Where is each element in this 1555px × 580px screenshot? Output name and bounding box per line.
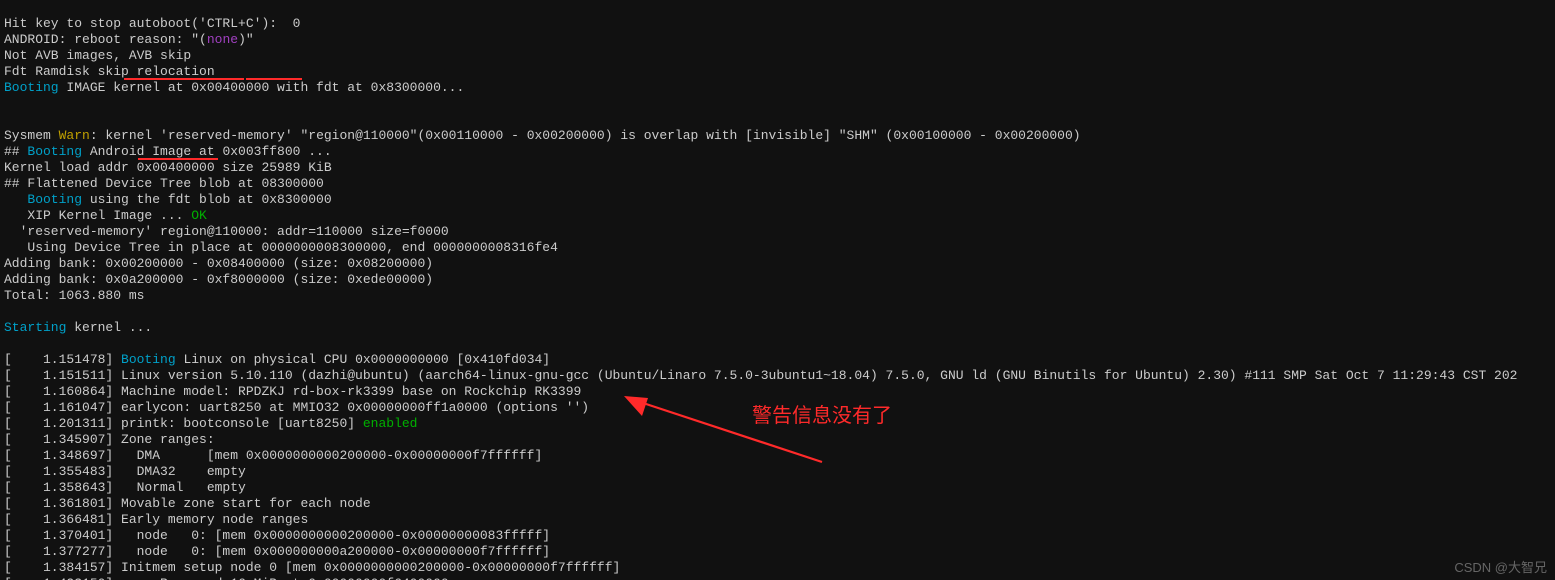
annotation-arrow-icon	[622, 392, 832, 472]
annotation-text: 警告信息没有了	[752, 408, 892, 424]
underline-annotation-3	[138, 158, 218, 160]
warn-keyword: Warn	[59, 128, 90, 143]
booting-keyword: Booting	[27, 144, 82, 159]
underline-annotation-1	[124, 78, 244, 80]
starting-keyword: Starting	[4, 320, 66, 335]
blank-line	[4, 336, 12, 351]
log-line: [ 1.361801] Movable zone start for each …	[4, 496, 371, 511]
log-line: Adding bank: 0x0a200000 - 0xf8000000 (si…	[4, 272, 433, 287]
log-line: [ 1.161047] earlycon: uart8250 at MMIO32…	[4, 400, 589, 415]
log-line: [ 1.355483] DMA32 empty	[4, 464, 246, 479]
blank-line	[4, 96, 12, 111]
log-line: Using Device Tree in place at 0000000008…	[4, 240, 558, 255]
log-line: Sysmem Warn: kernel 'reserved-memory' "r…	[4, 128, 1081, 143]
log-line: Hit key to stop autoboot('CTRL+C'): 0	[4, 16, 300, 31]
log-line: [ 1.345907] Zone ranges:	[4, 432, 215, 447]
log-line: Booting IMAGE kernel at 0x00400000 with …	[4, 80, 464, 95]
log-line: Kernel load addr 0x00400000 size 25989 K…	[4, 160, 332, 175]
log-line: [ 1.151511] Linux version 5.10.110 (dazh…	[4, 368, 1517, 383]
log-line: [ 1.358643] Normal empty	[4, 480, 246, 495]
log-line: 'reserved-memory' region@110000: addr=11…	[4, 224, 449, 239]
log-line: Fdt Ramdisk skip relocation	[4, 64, 215, 79]
blank-line	[4, 112, 12, 127]
enabled-keyword: enabled	[363, 416, 418, 431]
log-line: [ 1.160864] Machine model: RPDZKJ rd-box…	[4, 384, 581, 399]
log-line: [ 1.370401] node 0: [mem 0x0000000000200…	[4, 528, 550, 543]
log-line: [ 1.423150] cma: Reserved 16 MiB at 0x00…	[4, 576, 449, 580]
log-line: ## Booting Android Image at 0x003ff800 .…	[4, 144, 332, 159]
log-line: XIP Kernel Image ... OK	[4, 208, 207, 223]
underline-annotation-2	[246, 78, 302, 80]
log-line: [ 1.366481] Early memory node ranges	[4, 512, 308, 527]
booting-keyword: Booting	[121, 352, 176, 367]
blank-line	[4, 304, 12, 319]
log-line: ANDROID: reboot reason: "(none)"	[4, 32, 254, 47]
booting-keyword: Booting	[27, 192, 82, 207]
log-line: Total: 1063.880 ms	[4, 288, 144, 303]
log-line: ## Flattened Device Tree blob at 0830000…	[4, 176, 324, 191]
log-line: [ 1.377277] node 0: [mem 0x000000000a200…	[4, 544, 550, 559]
booting-keyword: Booting	[4, 80, 59, 95]
ok-keyword: OK	[191, 208, 207, 223]
log-line: Not AVB images, AVB skip	[4, 48, 191, 63]
log-line: [ 1.201311] printk: bootconsole [uart825…	[4, 416, 417, 431]
log-line: Adding bank: 0x00200000 - 0x08400000 (si…	[4, 256, 433, 271]
log-line: [ 1.151478] Booting Linux on physical CP…	[4, 352, 550, 367]
log-line: [ 1.348697] DMA [mem 0x0000000000200000-…	[4, 448, 542, 463]
log-line: Starting kernel ...	[4, 320, 152, 335]
log-line: Booting using the fdt blob at 0x8300000	[4, 192, 332, 207]
log-line: [ 1.384157] Initmem setup node 0 [mem 0x…	[4, 560, 620, 575]
reboot-reason-value: none	[207, 32, 238, 47]
watermark: CSDN @大智兄	[1454, 560, 1547, 576]
terminal-output: Hit key to stop autoboot('CTRL+C'): 0 AN…	[0, 0, 1555, 580]
